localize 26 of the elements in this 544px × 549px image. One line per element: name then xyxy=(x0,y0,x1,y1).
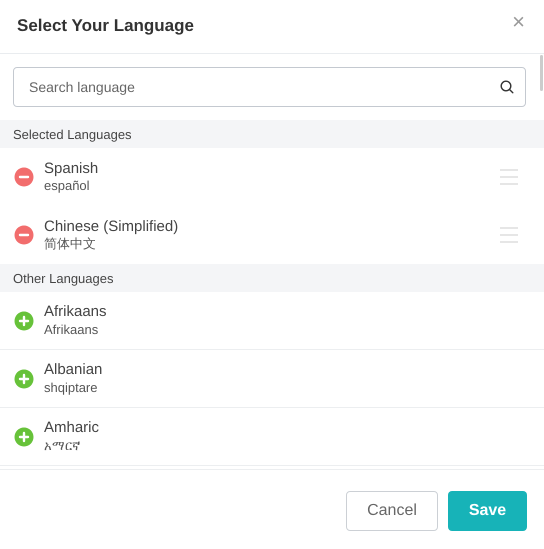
native-name: 简体中文 xyxy=(44,236,97,254)
native-name: Afrikaans xyxy=(44,322,100,339)
search-field[interactable]: Search language xyxy=(13,67,526,107)
remove-icon[interactable] xyxy=(14,225,34,245)
language-name: Spanish xyxy=(44,158,100,178)
section-heading: Other Languages xyxy=(0,264,544,292)
scrollbar-thumb[interactable] xyxy=(540,55,543,91)
add-icon[interactable] xyxy=(14,368,34,388)
language-name: Afrikaans xyxy=(44,302,108,322)
cancel-button[interactable]: Cancel xyxy=(346,491,438,531)
close-button[interactable]: × xyxy=(510,10,527,32)
section-heading: Selected Languages xyxy=(0,120,544,148)
add-icon[interactable] xyxy=(14,310,34,330)
native-name: አማርኛ xyxy=(44,438,81,455)
add-icon[interactable] xyxy=(14,426,34,446)
drag-handle-icon[interactable] xyxy=(500,226,518,244)
save-button[interactable]: Save xyxy=(448,491,527,531)
drag-handle-icon[interactable] xyxy=(500,168,518,186)
dialog-title: Select Your Language xyxy=(17,16,194,37)
language-name: Albanian xyxy=(44,360,104,380)
native-name: shqiptare xyxy=(44,380,98,397)
search-icon xyxy=(500,80,514,94)
remove-icon[interactable] xyxy=(14,167,34,187)
native-name: español xyxy=(44,178,91,196)
language-name: Chinese (Simplified) xyxy=(44,216,180,236)
language-name: Amharic xyxy=(44,418,100,438)
